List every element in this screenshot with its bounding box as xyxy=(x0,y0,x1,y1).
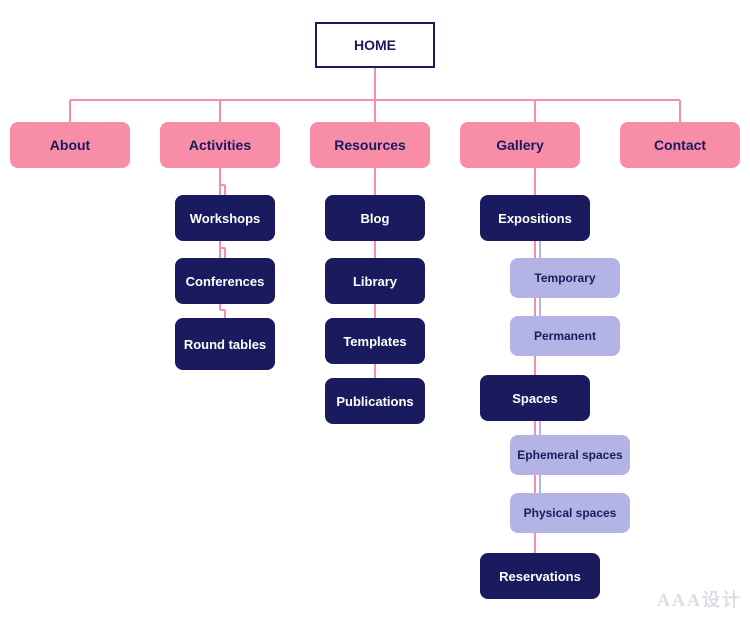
roundtables-node[interactable]: Round tables xyxy=(175,318,275,370)
resources-label: Resources xyxy=(334,137,406,153)
permanent-label: Permanent xyxy=(534,329,596,343)
home-label: HOME xyxy=(354,37,396,53)
gallery-node[interactable]: Gallery xyxy=(460,122,580,168)
activities-node[interactable]: Activities xyxy=(160,122,280,168)
connectors-svg xyxy=(0,0,750,620)
about-node[interactable]: About xyxy=(10,122,130,168)
conferences-node[interactable]: Conferences xyxy=(175,258,275,304)
workshops-label: Workshops xyxy=(190,211,261,226)
workshops-node[interactable]: Workshops xyxy=(175,195,275,241)
publications-label: Publications xyxy=(336,394,413,409)
ephemeral-label: Ephemeral spaces xyxy=(517,448,622,462)
temporary-node[interactable]: Temporary xyxy=(510,258,620,298)
reservations-label: Reservations xyxy=(499,569,581,584)
roundtables-label: Round tables xyxy=(184,337,266,352)
activities-label: Activities xyxy=(189,137,251,153)
contact-label: Contact xyxy=(654,137,706,153)
library-label: Library xyxy=(353,274,397,289)
reservations-node[interactable]: Reservations xyxy=(480,553,600,599)
physical-label: Physical spaces xyxy=(524,506,617,520)
gallery-label: Gallery xyxy=(496,137,543,153)
publications-node[interactable]: Publications xyxy=(325,378,425,424)
home-node[interactable]: HOME xyxy=(315,22,435,68)
blog-node[interactable]: Blog xyxy=(325,195,425,241)
permanent-node[interactable]: Permanent xyxy=(510,316,620,356)
contact-node[interactable]: Contact xyxy=(620,122,740,168)
conferences-label: Conferences xyxy=(186,274,265,289)
watermark: AAA设计 xyxy=(657,586,742,612)
expositions-label: Expositions xyxy=(498,211,572,226)
physical-spaces-node[interactable]: Physical spaces xyxy=(510,493,630,533)
spaces-node[interactable]: Spaces xyxy=(480,375,590,421)
expositions-node[interactable]: Expositions xyxy=(480,195,590,241)
spaces-label: Spaces xyxy=(512,391,558,406)
library-node[interactable]: Library xyxy=(325,258,425,304)
about-label: About xyxy=(50,137,90,153)
ephemeral-spaces-node[interactable]: Ephemeral spaces xyxy=(510,435,630,475)
blog-label: Blog xyxy=(361,211,390,226)
templates-label: Templates xyxy=(343,334,406,349)
temporary-label: Temporary xyxy=(534,271,595,285)
templates-node[interactable]: Templates xyxy=(325,318,425,364)
resources-node[interactable]: Resources xyxy=(310,122,430,168)
tree-container: HOME About Activities Resources Gallery … xyxy=(0,0,750,620)
